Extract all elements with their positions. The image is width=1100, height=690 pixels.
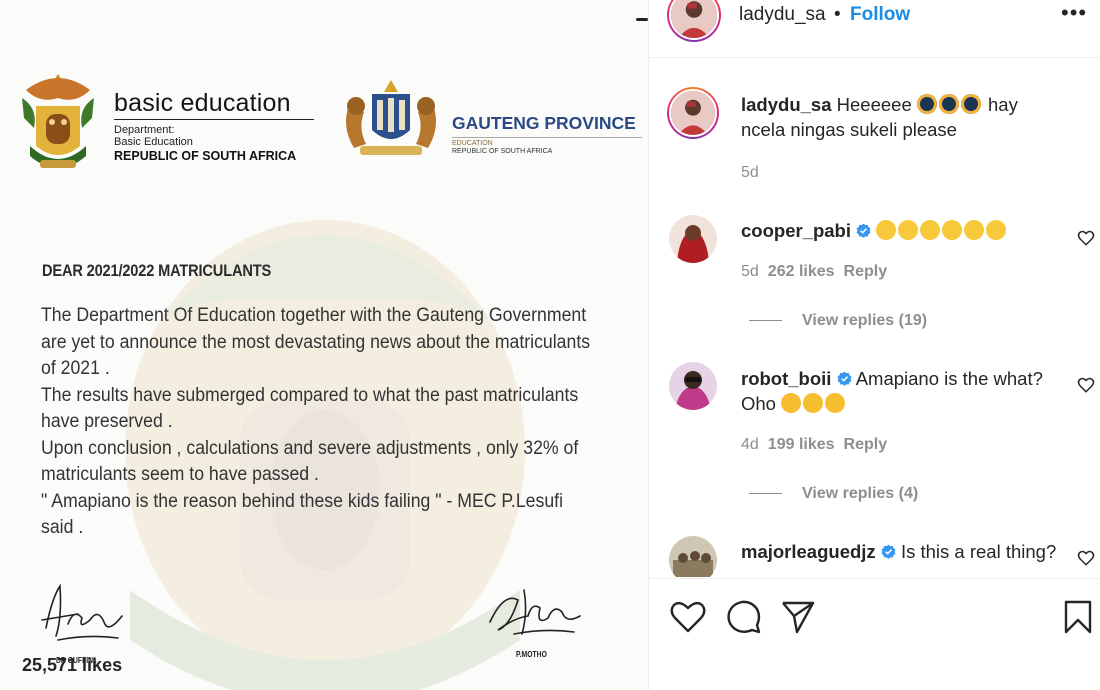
verified-badge-icon [881,544,896,559]
heart-icon[interactable] [669,598,707,636]
doe-title: basic education [114,90,314,120]
post-likes-count[interactable]: 25,571 likes [22,655,122,676]
comment-icon[interactable] [725,598,763,636]
letter-paragraph: " Amapiano is the reason behind these ki… [41,490,564,539]
comment-text: cooper_pabi [741,218,1061,243]
view-replies-button[interactable]: View replies (4) [749,485,918,503]
black-heart-eyes-emoji [960,94,981,114]
right-signature [489,589,581,635]
grinning-emoji [920,220,941,240]
letter-paragraph: The results have submerged compared to w… [41,384,579,433]
comment-likes[interactable]: 262 likes [768,263,835,280]
author-avatar[interactable] [667,0,721,42]
view-replies-button[interactable]: View replies (19) [749,312,927,330]
reply-button[interactable]: Reply [844,436,888,453]
action-bar [649,578,1100,690]
verified-badge-icon [837,371,852,386]
separator-dot: • [834,4,841,25]
author-username[interactable]: ladydu_sa [739,4,826,26]
black-heart-eyes-emoji [938,94,959,114]
comment-time[interactable]: 5d [741,164,759,181]
bookmark-icon[interactable] [1059,598,1097,636]
comment-meta: 5d [741,164,759,182]
letter-paragraph: Upon conclusion , calculations and sever… [41,437,579,486]
view-replies-label: View replies (19) [802,312,928,329]
comment-like-heart-icon[interactable] [1077,229,1095,247]
verified-badge-icon [856,223,871,238]
letter-body: The Department Of Education together wit… [41,303,599,542]
comments-list: ladydu_sa Heeeeee hay ncela ningas sukel… [649,59,1100,577]
comment-text: ladydu_sa Heeeeee hay ncela ningas sukel… [741,92,1061,142]
follow-button[interactable]: Follow [850,4,910,26]
comment-body: Oho [741,393,776,414]
post-image[interactable]: basic education Department: Basic Educat… [0,0,648,690]
comment-time[interactable]: 5d [741,263,759,280]
edge-mark [636,18,648,21]
view-replies-label: View replies (4) [802,485,919,502]
gauteng-logo-text: GAUTENG PROVINCE EDUCATION REPUBLIC OF S… [452,113,642,156]
comment-username[interactable]: ladydu_sa [741,94,832,115]
doe-dept-line2: Basic Education [114,136,193,148]
comment-body: Is this a real thing? [900,541,1057,562]
rolling-laughing-emoji [821,389,849,417]
comment-text: robot_boii Amapiano is the what? Oho [741,366,1061,417]
post-header: ladydu_sa • Follow ••• [649,0,1100,58]
comment-username[interactable]: cooper_pabi [741,220,851,241]
comment-time[interactable]: 4d [741,436,759,453]
gauteng-title: GAUTENG PROVINCE [452,113,642,138]
avatar[interactable] [669,536,717,577]
grinning-emoji [942,220,963,240]
comment-username[interactable]: robot_boii [741,368,831,389]
letter-paragraph: The Department Of Education together wit… [41,305,591,379]
doe-coat-of-arms-icon [22,74,94,168]
rolling-laughing-emoji [799,389,827,417]
comment-likes[interactable]: 199 likes [768,436,835,453]
rolling-laughing-emoji [777,389,805,417]
comment-body: Heeeeee [836,94,912,115]
comment-like-heart-icon[interactable] [1077,549,1095,567]
comment-text: majorleaguedjz Is this a real thing? [741,539,1061,564]
grinning-emoji [898,220,919,240]
more-horizontal-icon[interactable]: ••• [1061,0,1087,26]
letter-heading: DEAR 2021/2022 MATRICULANTS [42,261,272,280]
comment-username[interactable]: majorleaguedjz [741,541,876,562]
comment-meta: 5d 262 likes Reply [741,263,887,281]
black-heart-eyes-emoji [916,94,937,114]
grinning-emoji [876,220,897,240]
grinning-emoji [986,220,1007,240]
doe-logo-text: basic education Department: Basic Educat… [114,90,314,163]
gauteng-sub1: EDUCATION [452,140,493,147]
comment-meta: 4d 199 likes Reply [741,436,887,454]
replies-line [749,493,782,495]
avatar[interactable] [667,87,719,139]
grinning-emoji [964,220,985,240]
avatar[interactable] [669,215,717,263]
gauteng-sub2: REPUBLIC OF SOUTH AFRICA [452,148,553,155]
right-signature-name: P.MOTHO [516,649,547,659]
avatar[interactable] [669,362,717,410]
comment-body: Amapiano is the what? [855,368,1043,389]
doe-country: REPUBLIC OF SOUTH AFRICA [114,149,297,163]
gauteng-coat-of-arms-icon [346,80,436,155]
reply-button[interactable]: Reply [844,263,888,280]
doe-dept-line1: Department: [114,124,175,136]
comments-panel: ladydu_sa • Follow ••• ladydu_sa Heeeeee… [648,0,1100,690]
share-icon[interactable] [779,598,817,636]
left-signature [41,583,123,641]
replies-line [749,320,782,322]
comment-like-heart-icon[interactable] [1077,376,1095,394]
